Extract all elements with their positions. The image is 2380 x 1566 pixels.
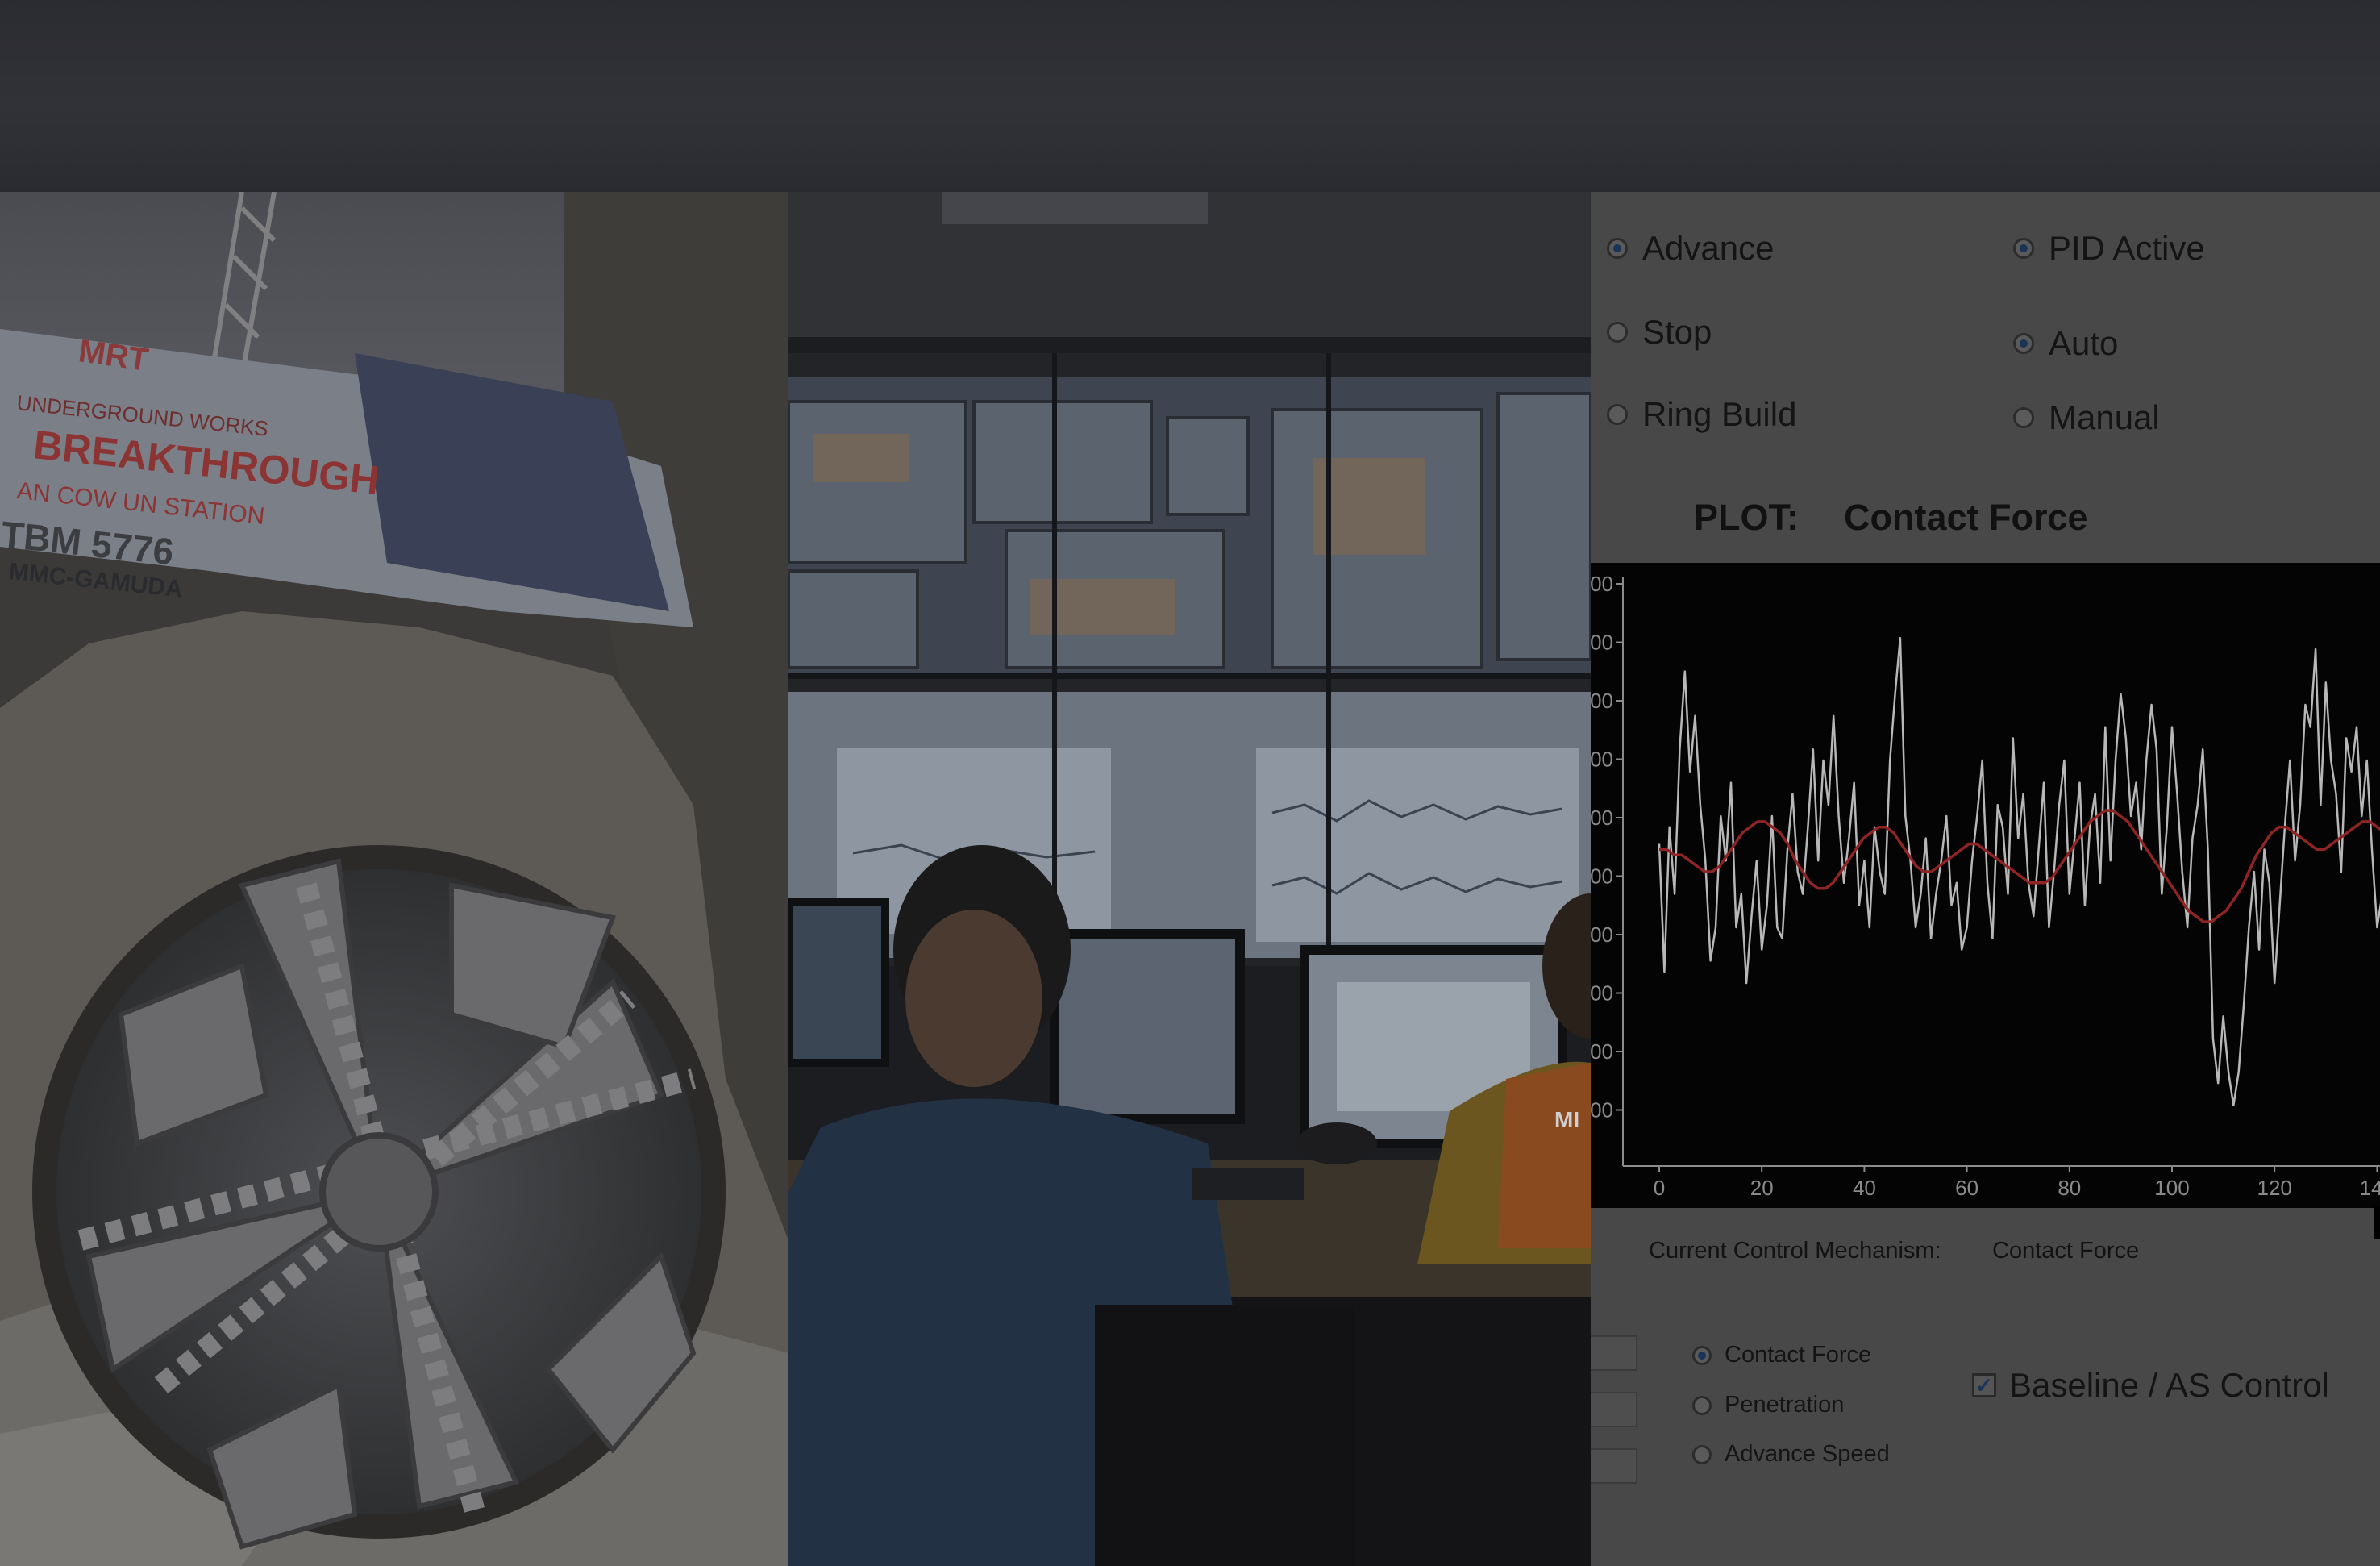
y-tick-label: 00 xyxy=(1591,631,1613,655)
mode-stop-label: Stop xyxy=(1642,313,1712,351)
x-tick-label: 20 xyxy=(1750,1176,1774,1200)
contact-force-chart: 00000000000000000000020406080100120140 xyxy=(1591,563,2380,1208)
radio-button[interactable] xyxy=(2013,407,2034,428)
y-tick-label: 00 xyxy=(1591,572,1613,596)
x-tick-label: 80 xyxy=(2058,1176,2081,1200)
x-tick-label: 100 xyxy=(2154,1176,2189,1200)
control-manual-label: Manual xyxy=(2049,398,2160,436)
chart-svg: 00000000000000000000020406080100120140 xyxy=(1591,572,2380,1200)
mechanism-advance-speed-label: Advance Speed xyxy=(1725,1441,1890,1467)
y-tick-label: 00 xyxy=(1591,864,1613,889)
control-option-auto[interactable]: Auto xyxy=(2013,324,2118,363)
mechanism-contact-force-label: Contact Force xyxy=(1725,1342,1872,1368)
vest-text: MI xyxy=(1554,1107,1579,1132)
y-tick-label: 00 xyxy=(1591,1098,1613,1122)
y-tick-label: 00 xyxy=(1591,806,1613,830)
setpoint-input-1[interactable] xyxy=(1591,1335,1637,1371)
control-auto-label: Auto xyxy=(2049,324,2119,362)
radio-button[interactable] xyxy=(1607,322,1628,343)
raw-series-line xyxy=(1658,636,2380,1107)
control-mechanism-value: Contact Force xyxy=(1992,1238,2140,1264)
control-mechanism-label: Current Control Mechanism: xyxy=(1649,1238,1941,1264)
pid-active-label: PID Active xyxy=(2049,229,2205,267)
baseline-as-control-label: Baseline / AS Control xyxy=(2009,1366,2329,1404)
control-room-photo: MI xyxy=(788,192,1591,1566)
radio-button[interactable] xyxy=(1692,1395,1712,1415)
radio-button[interactable] xyxy=(1607,238,1628,259)
x-tick-label: 40 xyxy=(1853,1176,1876,1200)
setpoint-input-2[interactable] xyxy=(1591,1392,1637,1427)
checkbox[interactable]: ✓ xyxy=(1972,1373,1996,1397)
mode-option-stop[interactable]: Stop xyxy=(1607,313,1712,352)
x-tick-label: 140 xyxy=(2360,1176,2380,1200)
radio-button[interactable] xyxy=(1692,1444,1712,1464)
plot-heading: PLOT: xyxy=(1694,497,1799,538)
mode-advance-label: Advance xyxy=(1642,229,1775,267)
tbm-control-panel: Advance Stop Ring Build PID Active Auto … xyxy=(1591,192,2380,1566)
radio-button[interactable] xyxy=(2013,238,2034,259)
pid-active-option[interactable]: PID Active xyxy=(2013,229,2205,268)
y-tick-label: 00 xyxy=(1591,689,1613,713)
top-banner xyxy=(0,0,2380,192)
mode-option-advance[interactable]: Advance xyxy=(1607,229,1774,268)
plot-selection: Contact Force xyxy=(1844,497,2088,538)
mode-option-ring-build[interactable]: Ring Build xyxy=(1607,395,1796,434)
mechanism-option-advance-speed[interactable]: Advance Speed xyxy=(1692,1441,1890,1468)
y-tick-label: 00 xyxy=(1591,923,1613,947)
baseline-as-control-toggle[interactable]: ✓ Baseline / AS Control xyxy=(1972,1366,2329,1405)
radio-button[interactable] xyxy=(2013,333,2034,354)
mode-ring-build-label: Ring Build xyxy=(1642,395,1797,433)
x-tick-label: 60 xyxy=(1955,1176,1978,1200)
tbm-breakthrough-photo: MRT UNDERGROUND WORKS BREAKTHROUGH AN CO… xyxy=(0,192,788,1566)
y-tick-label: 00 xyxy=(1591,1039,1613,1064)
control-option-manual[interactable]: Manual xyxy=(2013,398,2160,437)
panel-edge-marker xyxy=(2374,1206,2380,1239)
radio-button[interactable] xyxy=(1607,404,1628,425)
x-tick-label: 120 xyxy=(2257,1176,2292,1200)
y-tick-label: 00 xyxy=(1591,748,1613,772)
x-tick-label: 0 xyxy=(1654,1176,1665,1200)
y-tick-label: 00 xyxy=(1591,981,1613,1006)
setpoint-input-3[interactable] xyxy=(1591,1448,1637,1484)
radio-button[interactable] xyxy=(1692,1345,1712,1365)
mechanism-option-penetration[interactable]: Penetration xyxy=(1692,1392,1844,1418)
mechanism-option-contact-force[interactable]: Contact Force xyxy=(1692,1342,1871,1368)
mechanism-penetration-label: Penetration xyxy=(1725,1392,1845,1418)
